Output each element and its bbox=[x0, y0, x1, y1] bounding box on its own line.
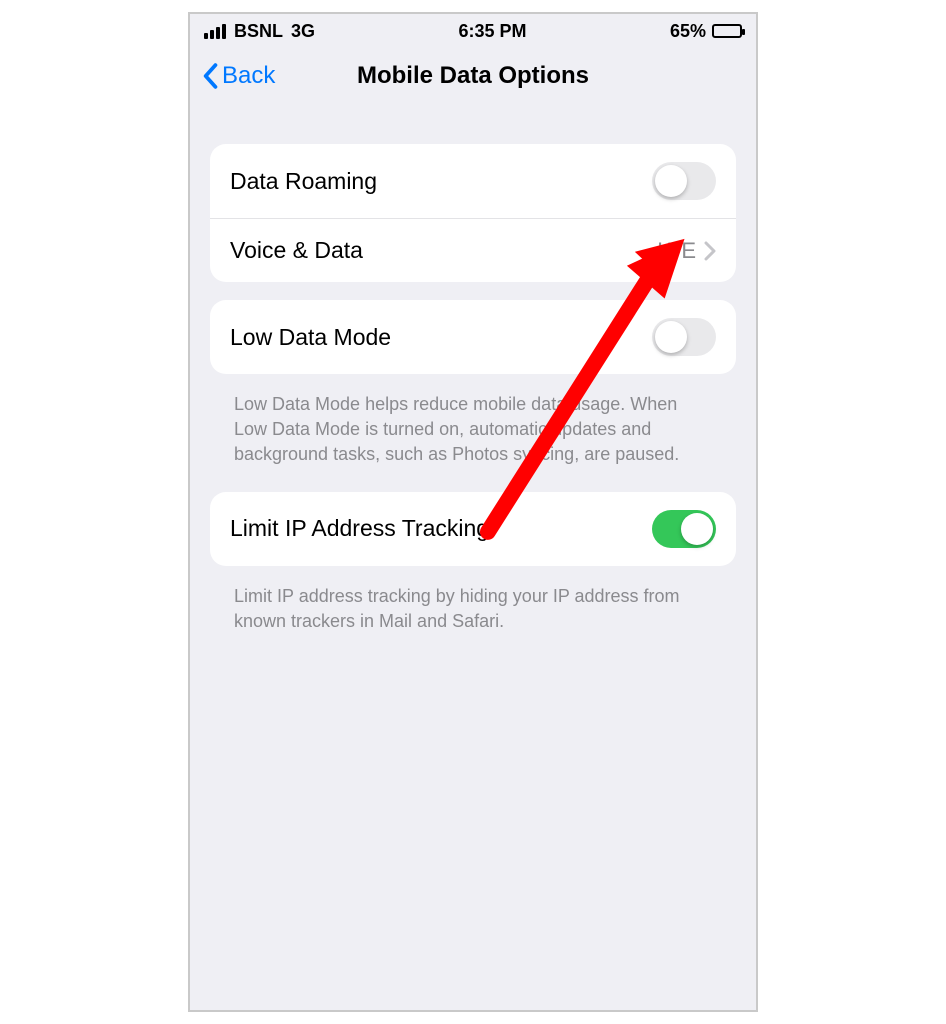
footer-text: Limit IP address tracking by hiding your… bbox=[210, 584, 736, 658]
settings-group: Low Data Mode bbox=[210, 300, 736, 374]
row-label: Data Roaming bbox=[230, 168, 377, 195]
row-voice-data[interactable]: Voice & Data LTE bbox=[210, 218, 736, 282]
network-type-label: 3G bbox=[291, 21, 315, 42]
row-value: LTE bbox=[657, 238, 696, 264]
toggle-data-roaming[interactable] bbox=[652, 162, 716, 200]
settings-group: Data Roaming Voice & Data LTE bbox=[210, 144, 736, 282]
phone-frame: BSNL 3G 6:35 PM 65% Back Mobile Data Opt… bbox=[188, 12, 758, 1012]
row-low-data-mode[interactable]: Low Data Mode bbox=[210, 300, 736, 374]
battery-percent-label: 65% bbox=[670, 21, 706, 42]
clock-label: 6:35 PM bbox=[458, 21, 526, 42]
status-bar: BSNL 3G 6:35 PM 65% bbox=[190, 14, 756, 48]
back-label: Back bbox=[222, 62, 275, 90]
toggle-limit-ip-tracking[interactable] bbox=[652, 510, 716, 548]
toggle-low-data-mode[interactable] bbox=[652, 318, 716, 356]
nav-bar: Back Mobile Data Options bbox=[190, 48, 756, 104]
row-label: Voice & Data bbox=[230, 237, 363, 264]
row-label: Limit IP Address Tracking bbox=[230, 515, 489, 542]
page-title: Mobile Data Options bbox=[357, 62, 589, 90]
settings-group: Limit IP Address Tracking bbox=[210, 492, 736, 566]
battery-icon bbox=[712, 24, 742, 38]
row-label: Low Data Mode bbox=[230, 324, 391, 351]
row-data-roaming[interactable]: Data Roaming bbox=[210, 144, 736, 218]
back-button[interactable]: Back bbox=[202, 48, 275, 104]
chevron-left-icon bbox=[202, 63, 218, 89]
carrier-label: BSNL bbox=[234, 21, 283, 42]
row-limit-ip-tracking[interactable]: Limit IP Address Tracking bbox=[210, 492, 736, 566]
chevron-right-icon bbox=[704, 241, 716, 261]
cellular-signal-icon bbox=[204, 24, 226, 39]
footer-text: Low Data Mode helps reduce mobile data u… bbox=[210, 392, 736, 492]
